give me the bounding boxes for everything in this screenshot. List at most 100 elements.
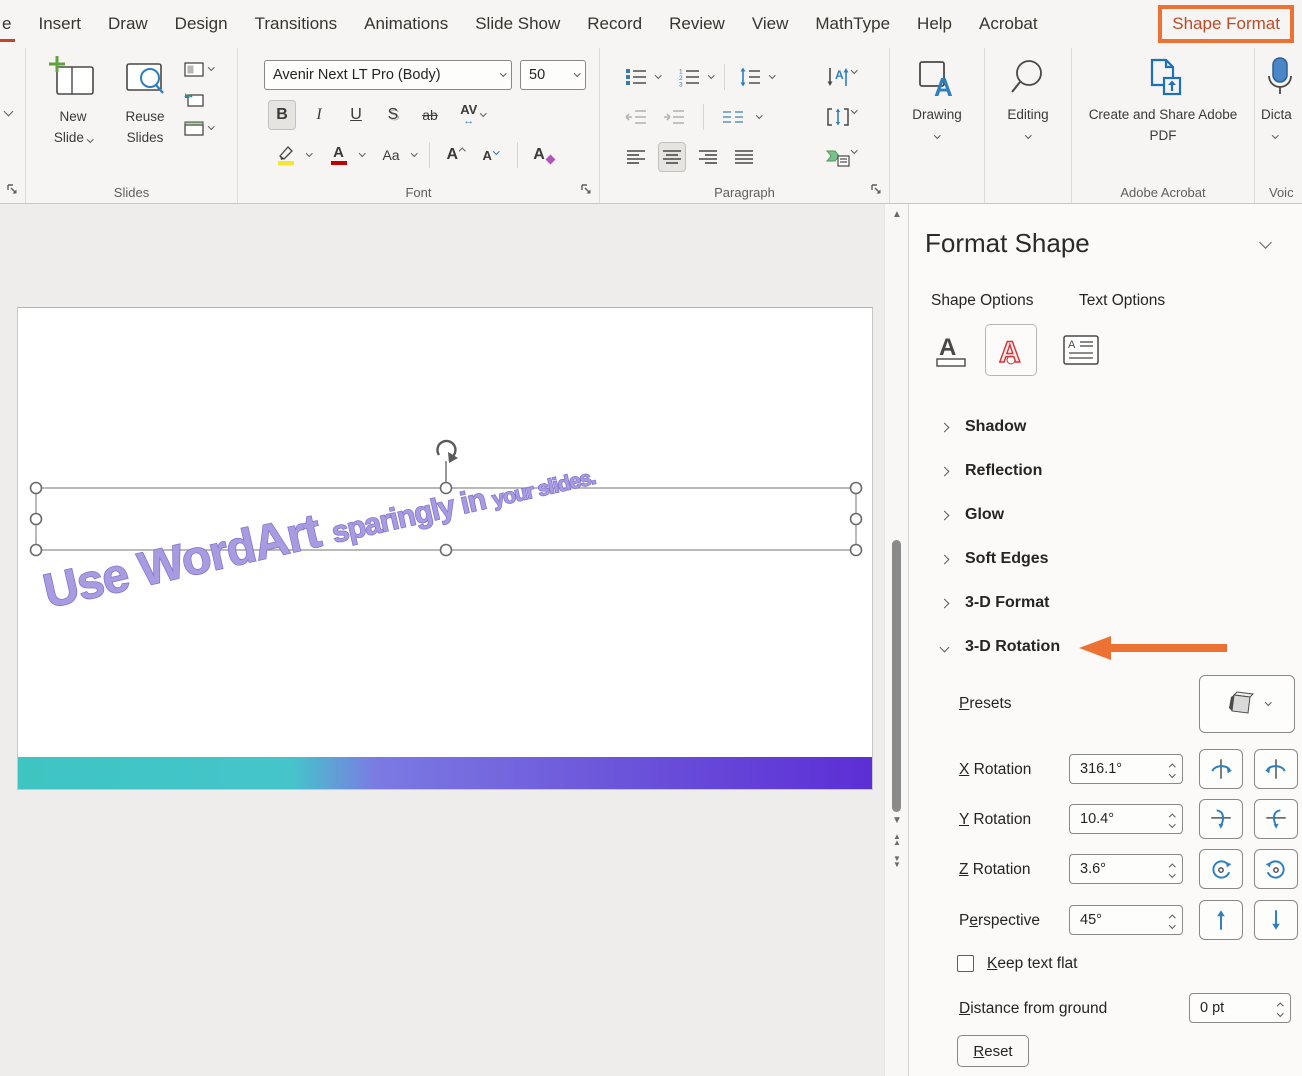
next-slide-button[interactable]: ▼▼ xyxy=(885,856,909,868)
font-size-combobox[interactable]: 50 xyxy=(520,60,586,90)
keep-text-flat-label[interactable]: Keep text flat xyxy=(987,955,1077,973)
new-slide-button[interactable]: New Slide xyxy=(40,56,106,149)
previous-slide-button[interactable]: ▲▲ xyxy=(885,834,909,846)
tab-transitions[interactable]: Transitions xyxy=(255,14,338,34)
tab-home-partial[interactable]: e xyxy=(2,14,11,34)
font-dialog-launcher-icon[interactable] xyxy=(580,183,594,197)
paragraph-dialog-launcher-icon[interactable] xyxy=(870,183,884,197)
tab-record[interactable]: Record xyxy=(587,14,642,34)
tab-shape-options[interactable]: Shape Options xyxy=(931,292,1034,310)
spin-down-icon[interactable] xyxy=(1169,821,1175,827)
z-rotation-input[interactable]: 3.6° xyxy=(1069,854,1183,884)
grow-font-button[interactable]: A xyxy=(442,140,470,170)
section-shadow[interactable]: Shadow xyxy=(909,407,1302,447)
character-spacing-button[interactable]: AV↔ xyxy=(453,100,493,130)
x-rotation-left-button[interactable] xyxy=(1199,749,1243,789)
text-fill-outline-button[interactable]: A xyxy=(925,324,977,376)
tab-draw[interactable]: Draw xyxy=(108,14,148,34)
align-right-button[interactable] xyxy=(694,142,722,172)
spin-down-icon[interactable] xyxy=(1169,871,1175,877)
dialog-launcher-icon[interactable] xyxy=(6,183,20,197)
tab-view[interactable]: View xyxy=(752,14,789,34)
shrink-font-button[interactable]: A xyxy=(477,140,505,170)
chevron-down-icon[interactable] xyxy=(4,107,14,117)
slide-canvas[interactable]: Use WordArt sparingly in your slides. xyxy=(17,307,873,790)
chevron-down-icon[interactable] xyxy=(708,72,714,78)
spin-down-icon[interactable] xyxy=(1169,922,1175,928)
numbering-button[interactable]: 1 2 3 xyxy=(675,62,703,92)
chevron-down-icon[interactable] xyxy=(359,150,365,156)
align-center-button[interactable] xyxy=(658,142,686,172)
slide-layout-button[interactable] xyxy=(184,62,214,77)
align-left-button[interactable] xyxy=(622,142,650,172)
clear-formatting-button[interactable]: A xyxy=(530,140,558,170)
line-spacing-button[interactable] xyxy=(736,62,764,92)
tab-design[interactable]: Design xyxy=(175,14,228,34)
spin-up-icon[interactable] xyxy=(1169,915,1175,921)
scroll-up-icon[interactable]: ▲ xyxy=(885,210,909,220)
convert-to-smartart-button[interactable] xyxy=(824,142,852,172)
spin-up-icon[interactable] xyxy=(1169,814,1175,820)
chevron-down-icon[interactable] xyxy=(574,70,580,76)
tab-mathtype[interactable]: MathType xyxy=(815,14,890,34)
spin-down-icon[interactable] xyxy=(1277,1010,1283,1016)
chevron-down-icon[interactable] xyxy=(769,72,775,78)
align-text-button[interactable] xyxy=(824,102,852,132)
decrease-indent-button[interactable] xyxy=(622,102,650,132)
bold-button[interactable]: B xyxy=(268,100,296,130)
reset-slide-button[interactable] xyxy=(184,91,214,107)
y-rotation-down-button[interactable] xyxy=(1254,799,1298,839)
section-button[interactable] xyxy=(184,121,214,136)
dictate-button[interactable]: Dicta xyxy=(1261,56,1302,141)
tab-animations[interactable]: Animations xyxy=(364,14,448,34)
highlight-color-button[interactable] xyxy=(272,140,300,170)
scrollbar-thumb[interactable] xyxy=(892,540,901,812)
font-color-button[interactable]: A xyxy=(325,140,353,170)
spin-down-icon[interactable] xyxy=(1169,771,1175,777)
tab-review[interactable]: Review xyxy=(669,14,725,34)
text-shadow-button[interactable]: S xyxy=(379,100,407,130)
presets-dropdown[interactable] xyxy=(1199,675,1295,733)
chevron-down-icon[interactable] xyxy=(655,72,661,78)
increase-indent-button[interactable] xyxy=(660,102,688,132)
tab-slide-show[interactable]: Slide Show xyxy=(475,14,560,34)
strikethrough-button[interactable]: ab xyxy=(416,100,444,130)
y-rotation-input[interactable]: 10.4° xyxy=(1069,804,1183,834)
perspective-input[interactable]: 45° xyxy=(1069,905,1183,935)
create-share-pdf-button[interactable]: Create and Share Adobe PDF xyxy=(1082,56,1244,147)
section-soft-edges[interactable]: Soft Edges xyxy=(909,539,1302,579)
perspective-widen-button[interactable] xyxy=(1254,900,1298,940)
chevron-down-icon[interactable] xyxy=(756,112,762,118)
chevron-down-icon[interactable] xyxy=(500,70,506,76)
tab-acrobat[interactable]: Acrobat xyxy=(979,14,1038,34)
distance-from-ground-input[interactable]: 0 pt xyxy=(1189,993,1291,1023)
x-rotation-right-button[interactable] xyxy=(1254,749,1298,789)
section-reflection[interactable]: Reflection xyxy=(909,451,1302,491)
reset-button[interactable]: Reset xyxy=(957,1035,1029,1067)
y-rotation-up-button[interactable] xyxy=(1199,799,1243,839)
spin-up-icon[interactable] xyxy=(1277,1003,1283,1009)
z-rotation-ccw-button[interactable] xyxy=(1199,849,1243,889)
editing-button[interactable]: Editing xyxy=(995,58,1061,141)
vertical-scrollbar[interactable]: ▲ ▼ ▲▲ ▼▼ xyxy=(884,204,908,1076)
text-effects-button[interactable]: A xyxy=(985,324,1037,376)
panel-collapse-icon[interactable] xyxy=(1259,236,1272,249)
textbox-button[interactable]: A xyxy=(1055,324,1107,376)
columns-button[interactable] xyxy=(719,102,747,132)
font-name-combobox[interactable]: Avenir Next LT Pro (Body) xyxy=(264,60,512,90)
spin-up-icon[interactable] xyxy=(1169,764,1175,770)
section-3d-format[interactable]: 3-D Format xyxy=(909,583,1302,623)
tab-shape-format[interactable]: Shape Format xyxy=(1158,5,1294,43)
chevron-down-icon[interactable] xyxy=(306,150,312,156)
z-rotation-cw-button[interactable] xyxy=(1254,849,1298,889)
justify-button[interactable] xyxy=(730,142,758,172)
x-rotation-input[interactable]: 316.1° xyxy=(1069,754,1183,784)
keep-text-flat-checkbox[interactable] xyxy=(957,955,974,972)
spin-up-icon[interactable] xyxy=(1169,864,1175,870)
tab-text-options[interactable]: Text Options xyxy=(1079,292,1165,310)
drawing-button[interactable]: A Drawing xyxy=(902,58,972,141)
scroll-down-icon[interactable]: ▼ xyxy=(885,816,909,826)
change-case-button[interactable]: Aa xyxy=(377,140,405,170)
section-glow[interactable]: Glow xyxy=(909,495,1302,535)
perspective-narrow-button[interactable] xyxy=(1199,900,1243,940)
